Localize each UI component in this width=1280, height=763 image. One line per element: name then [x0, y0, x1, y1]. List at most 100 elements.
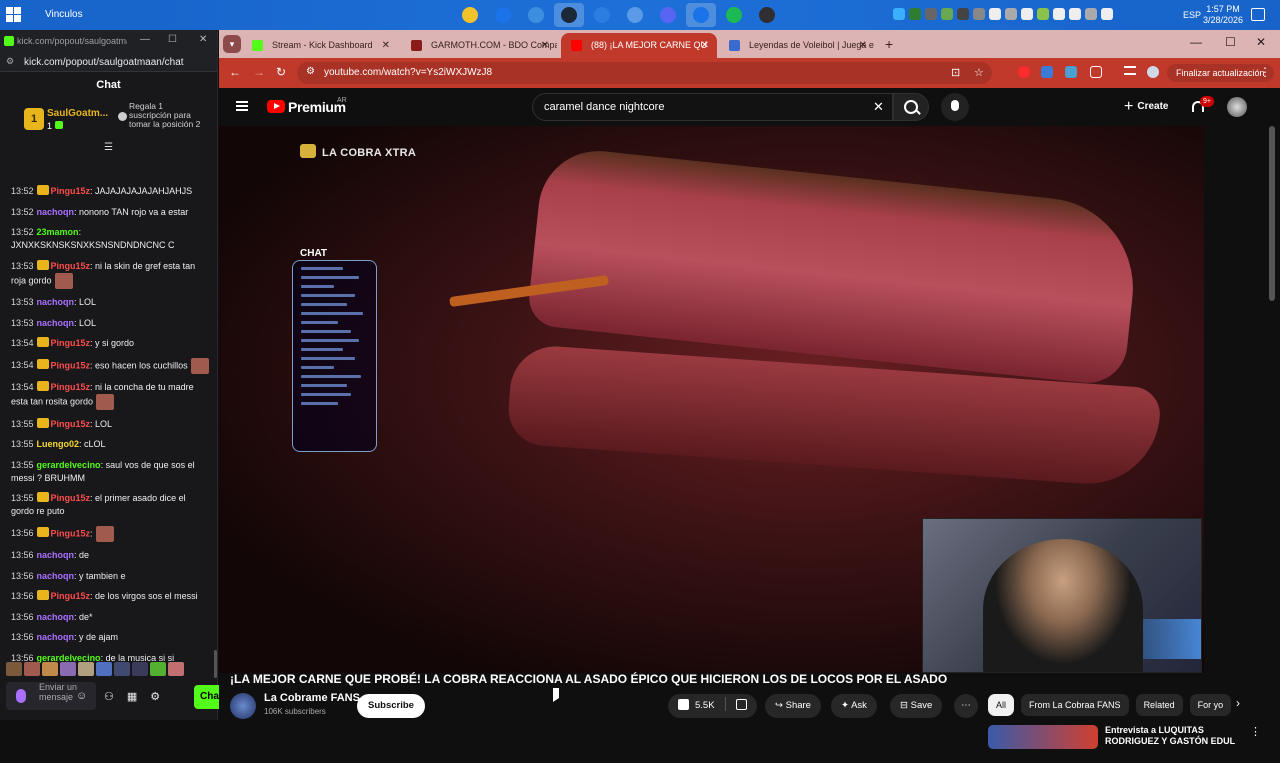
- profile-avatar[interactable]: [1147, 66, 1159, 78]
- close-tab-icon[interactable]: ✕: [859, 33, 867, 58]
- message-username[interactable]: 23mamon: [37, 227, 79, 237]
- browser-menu-icon[interactable]: ⋮: [1259, 65, 1271, 79]
- channel-name[interactable]: La Cobrame FANS: [264, 692, 360, 704]
- tray-icon[interactable]: [893, 8, 905, 20]
- usb-icon[interactable]: [989, 8, 1001, 20]
- close-tab-icon[interactable]: ✕: [541, 33, 549, 58]
- message-username[interactable]: Luengo02: [37, 439, 80, 449]
- close-icon[interactable]: ✕: [199, 34, 207, 45]
- discord-icon[interactable]: [653, 3, 683, 27]
- tray-icon[interactable]: [925, 8, 937, 20]
- browser-tab[interactable]: Leyendas de Voleibol | Juega e ✕: [719, 33, 875, 58]
- update-button[interactable]: Finalizar actualización: [1167, 64, 1274, 82]
- install-icon[interactable]: ⊡: [951, 66, 960, 79]
- pinned-gift-leaderboard[interactable]: 1 SaulGoatm... 1 Regala 1 suscripción pa…: [0, 98, 217, 153]
- site-info-icon[interactable]: ⚙: [306, 66, 315, 77]
- ask-button[interactable]: ✦ Ask: [831, 694, 877, 718]
- battery-icon[interactable]: [1101, 8, 1113, 20]
- spotify-icon[interactable]: [719, 3, 749, 27]
- mic-icon[interactable]: [16, 689, 26, 703]
- tray-icon[interactable]: [909, 8, 921, 20]
- store-icon[interactable]: [587, 3, 617, 27]
- search-query[interactable]: caramel dance nightcore: [544, 101, 664, 113]
- address-url[interactable]: youtube.com/watch?v=Ys2iWXJWzJ8: [324, 67, 492, 78]
- minimize-icon[interactable]: —: [140, 34, 150, 45]
- forward-icon[interactable]: →: [253, 65, 265, 79]
- message-username[interactable]: nachoqn: [37, 207, 75, 217]
- settings-icon[interactable]: ⚙: [150, 690, 160, 703]
- gift-box-icon[interactable]: ▦: [127, 690, 137, 703]
- new-tab-icon[interactable]: +: [885, 36, 893, 52]
- message-username[interactable]: Pingu15z: [51, 493, 91, 503]
- bluetooth-icon[interactable]: [1021, 8, 1033, 20]
- bookmark-star-icon[interactable]: ☆: [974, 66, 984, 79]
- emote-icon[interactable]: [42, 662, 58, 676]
- close-tab-icon[interactable]: ✕: [701, 33, 709, 58]
- extension-icon[interactable]: [1041, 66, 1053, 78]
- popup-url[interactable]: kick.com/popout/saulgoatmaan/chat: [24, 57, 184, 68]
- more-actions-button[interactable]: ⋯: [954, 694, 978, 718]
- browser-tab[interactable]: GARMOTH.COM - BDO Compa ✕: [401, 33, 557, 58]
- volume-icon[interactable]: [1069, 8, 1081, 20]
- windows-icon[interactable]: [6, 7, 22, 23]
- extension-icon[interactable]: [1018, 66, 1030, 78]
- photos-icon[interactable]: [620, 3, 650, 27]
- emote-icon[interactable]: [168, 662, 184, 676]
- voice-search-button[interactable]: [941, 93, 969, 121]
- create-button[interactable]: + Create: [1114, 94, 1178, 120]
- minimize-icon[interactable]: —: [1190, 35, 1202, 49]
- message-username[interactable]: nachoqn: [37, 318, 75, 328]
- emote-icon[interactable]: [24, 662, 40, 676]
- chat-scrollbar[interactable]: [214, 650, 217, 678]
- wifi-icon[interactable]: [1053, 8, 1065, 20]
- like-count[interactable]: 5.5K: [695, 700, 715, 711]
- emote-icon[interactable]: [150, 662, 166, 676]
- heart-icon[interactable]: [132, 662, 148, 676]
- channel-avatar[interactable]: [230, 693, 256, 719]
- chat-message-input[interactable]: Enviar un mensaje ☺: [6, 682, 96, 710]
- chrome-alt-icon[interactable]: [686, 3, 716, 27]
- emote-icon[interactable]: [6, 662, 22, 676]
- message-username[interactable]: gerardelvecino: [37, 460, 101, 470]
- reading-list-icon[interactable]: [1124, 66, 1136, 75]
- message-username[interactable]: nachoqn: [37, 571, 75, 581]
- emoji-icon[interactable]: ☺: [76, 690, 87, 702]
- steam-icon[interactable]: [554, 3, 584, 27]
- emote-icon[interactable]: [96, 662, 112, 676]
- message-username[interactable]: Pingu15z: [51, 186, 91, 196]
- save-button[interactable]: ⊟ Save: [890, 694, 943, 718]
- language-indicator[interactable]: ESP: [1183, 10, 1201, 20]
- tray-icon[interactable]: [957, 8, 969, 20]
- dislike-icon[interactable]: [735, 699, 747, 710]
- menu-icon[interactable]: [236, 101, 248, 111]
- filter-chip[interactable]: Related: [1135, 694, 1183, 716]
- emote-icon[interactable]: [114, 662, 130, 676]
- site-info-icon[interactable]: ⚙: [6, 56, 14, 67]
- more-vert-icon[interactable]: ⋮: [1250, 725, 1261, 738]
- tray-icon[interactable]: [1005, 8, 1017, 20]
- recommended-title[interactable]: Entrevista a LUQUITAS RODRIGUEZ Y GASTÓN…: [1105, 725, 1250, 747]
- filter-icon[interactable]: ☰: [104, 142, 113, 153]
- browser-tab[interactable]: (88) ¡LA MEJOR CARNE QU ✕: [561, 33, 717, 58]
- send-chat-button[interactable]: Chat: [194, 685, 222, 709]
- filter-chip[interactable]: From La Cobraa FANS: [1021, 694, 1129, 716]
- close-tab-icon[interactable]: ✕: [382, 33, 390, 58]
- message-username[interactable]: gerardelvecino: [37, 653, 101, 663]
- recommended-video[interactable]: Entrevista a LUQUITAS RODRIGUEZ Y GASTÓN…: [988, 723, 1273, 763]
- message-username[interactable]: Pingu15z: [51, 338, 91, 348]
- maximize-icon[interactable]: ☐: [168, 34, 177, 45]
- close-icon[interactable]: ✕: [1256, 35, 1266, 49]
- youtube-logo-icon[interactable]: [267, 100, 285, 113]
- message-username[interactable]: Pingu15z: [51, 261, 91, 271]
- users-icon[interactable]: ⚇: [104, 690, 114, 703]
- message-username[interactable]: Pingu15z: [51, 591, 91, 601]
- tray-icon[interactable]: [941, 8, 953, 20]
- emote-icon[interactable]: [78, 662, 94, 676]
- chrome-icon[interactable]: [488, 3, 518, 27]
- clock[interactable]: 1:57 PM 3/28/2026: [1203, 4, 1243, 26]
- message-username[interactable]: Pingu15z: [51, 360, 91, 370]
- tray-icon[interactable]: [973, 8, 985, 20]
- like-icon[interactable]: [678, 699, 689, 710]
- pen-icon[interactable]: [1085, 8, 1097, 20]
- subscribe-button[interactable]: Subscribe: [357, 694, 425, 718]
